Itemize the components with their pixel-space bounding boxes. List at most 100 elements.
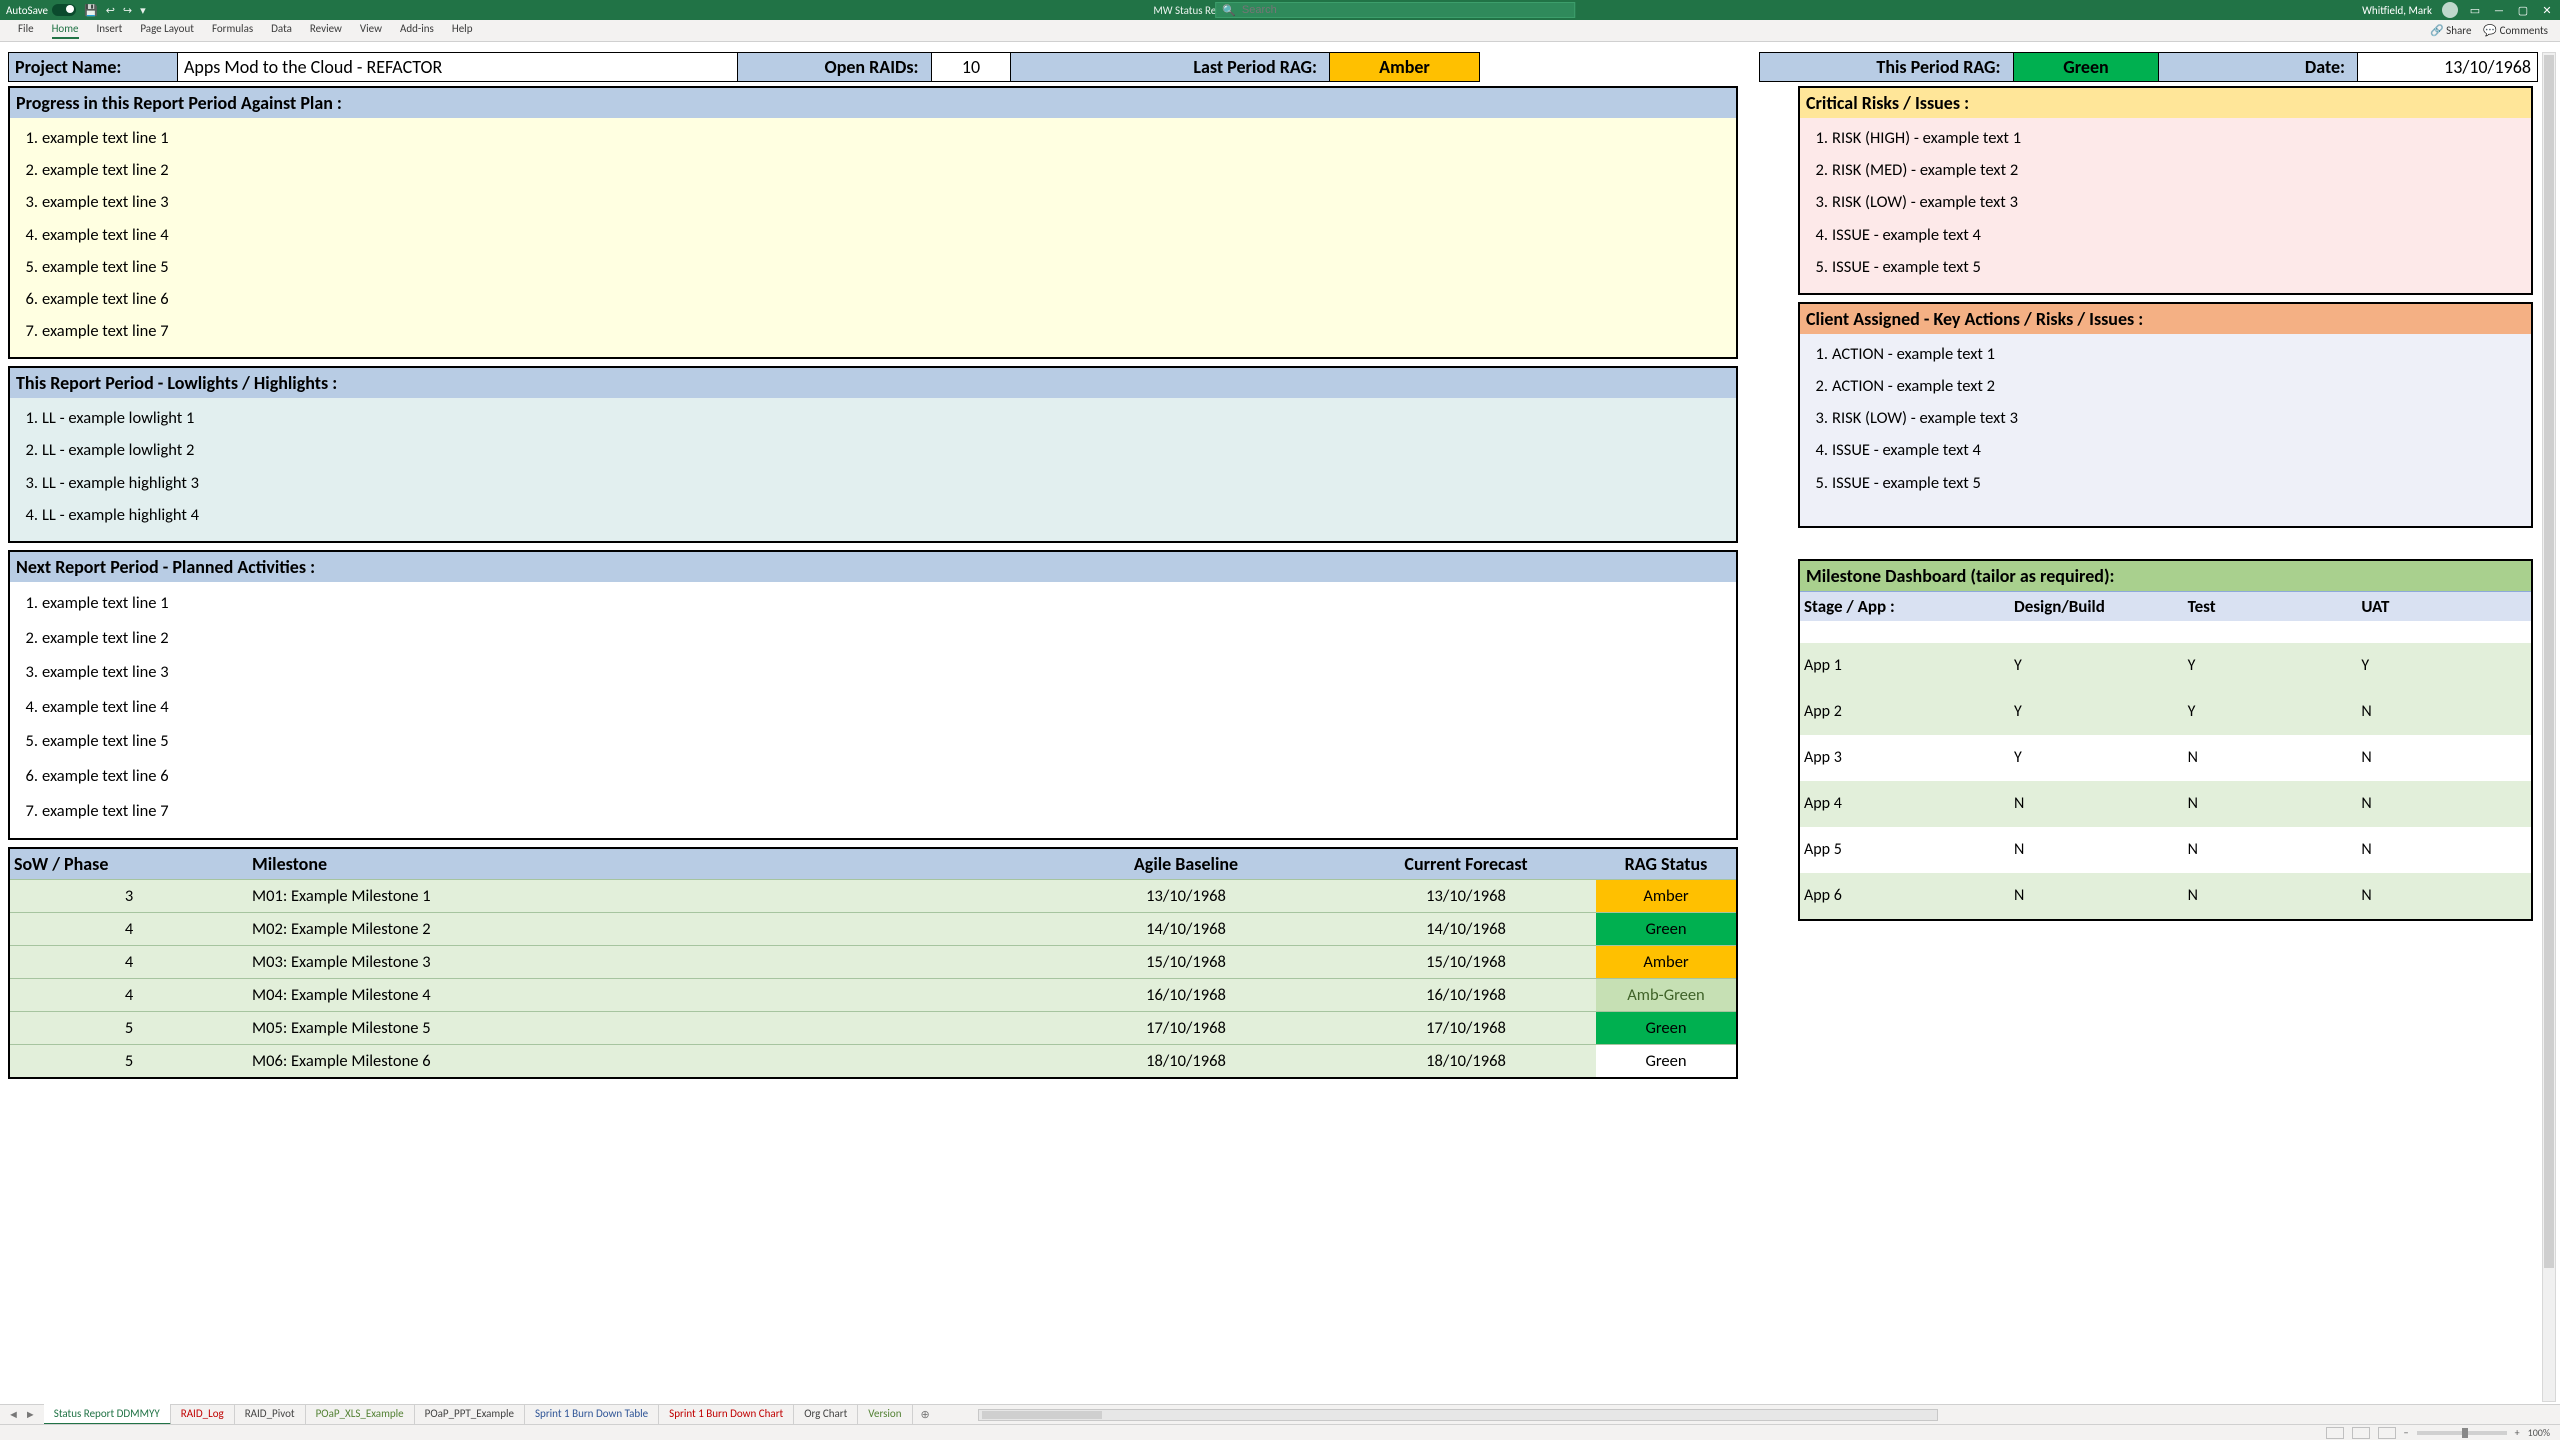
share-button[interactable]: 🔗 Share <box>2430 24 2471 37</box>
zoom-value[interactable]: 100% <box>2528 1426 2550 1439</box>
sheet-tab-poap-ppt-example[interactable]: POaP_PPT_Example <box>415 1404 525 1425</box>
autosave-toggle[interactable]: AutoSave <box>6 4 76 17</box>
comments-button[interactable]: 💬 Comments <box>2483 24 2548 37</box>
list-item[interactable]: 2. ACTION - example text 2 <box>1808 370 2523 402</box>
zoom-in-icon[interactable]: + <box>2515 1426 2520 1439</box>
ribbon-tab-add-ins[interactable]: Add-ins <box>400 22 434 39</box>
ribbon-tab-file[interactable]: File <box>18 22 34 39</box>
undo-icon[interactable]: ↩ <box>106 4 115 17</box>
list-item[interactable]: 5. example text line 5 <box>18 251 1728 283</box>
ribbon-tab-view[interactable]: View <box>360 22 382 39</box>
list-item[interactable]: 1. ACTION - example text 1 <box>1808 338 2523 370</box>
list-item[interactable]: 7. example text line 7 <box>18 794 1728 829</box>
list-item[interactable]: 6. example text line 6 <box>18 759 1728 794</box>
sheet-tab-sprint-1-burn-down-chart[interactable]: Sprint 1 Burn Down Chart <box>659 1404 794 1425</box>
table-row[interactable]: 4M04: Example Milestone 416/10/196816/10… <box>10 978 1736 1011</box>
sheet-tab-org-chart[interactable]: Org Chart <box>794 1404 858 1425</box>
planned-body[interactable]: 1. example text line 12. example text li… <box>10 582 1736 838</box>
progress-body[interactable]: 1. example text line 12. example text li… <box>10 118 1736 357</box>
milestone-table: SoW / Phase Milestone Agile Baseline Cur… <box>8 847 1738 1079</box>
search-input[interactable] <box>1242 4 1568 16</box>
autosave-switch[interactable] <box>52 4 76 16</box>
list-item[interactable]: 1. example text line 1 <box>18 586 1728 621</box>
mdash-row[interactable]: App 5NNN <box>1800 827 2531 873</box>
list-item[interactable]: 3. example text line 3 <box>18 655 1728 690</box>
sheet-tab-version[interactable]: Version <box>858 1404 912 1425</box>
list-item[interactable]: 3. RISK (LOW) - example text 3 <box>1808 402 2523 434</box>
list-item[interactable]: 2. RISK (MED) - example text 2 <box>1808 154 2523 186</box>
zoom-out-icon[interactable]: − <box>2404 1426 2409 1439</box>
ribbon-tab-help[interactable]: Help <box>452 22 473 39</box>
ribbon-tab-insert[interactable]: Insert <box>97 22 123 39</box>
list-item[interactable]: 3. RISK (LOW) - example text 3 <box>1808 186 2523 218</box>
ribbon-tab-home[interactable]: Home <box>52 22 79 39</box>
sheet-tab-status-report-ddmmyy[interactable]: Status Report DDMMYY <box>44 1404 171 1425</box>
table-row[interactable]: 5M05: Example Milestone 517/10/196817/10… <box>10 1011 1736 1044</box>
sheet-tab-poap-xls-example[interactable]: POaP_XLS_Example <box>306 1404 415 1425</box>
worksheet-area[interactable]: Project Name: Apps Mod to the Cloud - RE… <box>0 42 2560 1440</box>
risks-body[interactable]: 1. RISK (HIGH) - example text 12. RISK (… <box>1800 118 2531 293</box>
list-item[interactable]: 2. LL - example lowlight 2 <box>18 434 1728 466</box>
list-item[interactable]: 5. example text line 5 <box>18 724 1728 759</box>
tab-next-icon[interactable]: ► <box>25 1408 36 1421</box>
list-item[interactable]: 4. ISSUE - example text 4 <box>1808 434 2523 466</box>
save-icon[interactable]: 💾 <box>84 4 98 17</box>
list-item[interactable]: 3. LL - example highlight 3 <box>18 467 1728 499</box>
vertical-scrollbar[interactable] <box>2542 52 2556 1402</box>
maximize-icon[interactable]: ▢ <box>2516 4 2530 17</box>
project-name-value[interactable]: Apps Mod to the Cloud - REFACTOR <box>178 52 738 82</box>
lowhigh-body[interactable]: 1. LL - example lowlight 12. LL - exampl… <box>10 398 1736 541</box>
mdash-row[interactable]: App 4NNN <box>1800 781 2531 827</box>
list-item[interactable]: 2. example text line 2 <box>18 621 1728 656</box>
minimize-icon[interactable]: — <box>2492 4 2506 17</box>
tab-prev-icon[interactable]: ◄ <box>8 1408 19 1421</box>
redo-icon[interactable]: ↪ <box>123 4 132 17</box>
open-raids-value[interactable]: 10 <box>932 52 1012 82</box>
list-item[interactable]: 4. LL - example highlight 4 <box>18 499 1728 531</box>
mdash-row[interactable]: App 1YYY <box>1800 643 2531 689</box>
last-period-rag-value[interactable]: Amber <box>1330 52 1480 82</box>
list-item[interactable]: 6. example text line 6 <box>18 283 1728 315</box>
user-name[interactable]: Whitfield, Mark <box>2362 4 2432 17</box>
list-item[interactable]: 5. ISSUE - example text 5 <box>1808 467 2523 499</box>
this-period-rag-value[interactable]: Green <box>2014 52 2160 82</box>
client-body[interactable]: 1. ACTION - example text 12. ACTION - ex… <box>1800 334 2531 526</box>
sheet-tab-sprint-1-burn-down-table[interactable]: Sprint 1 Burn Down Table <box>525 1404 659 1425</box>
table-row[interactable]: 5M06: Example Milestone 618/10/196818/10… <box>10 1044 1736 1077</box>
list-item[interactable]: 4. ISSUE - example text 4 <box>1808 219 2523 251</box>
zoom-slider[interactable] <box>2417 1431 2507 1435</box>
list-item[interactable]: 1. LL - example lowlight 1 <box>18 402 1728 434</box>
view-page-layout-icon[interactable] <box>2352 1427 2370 1439</box>
ribbon-tab-data[interactable]: Data <box>271 22 292 39</box>
table-row[interactable]: 4M03: Example Milestone 315/10/196815/10… <box>10 945 1736 978</box>
list-item[interactable]: 1. example text line 1 <box>18 122 1728 154</box>
mdash-row[interactable]: App 6NNN <box>1800 873 2531 919</box>
mdash-row[interactable]: App 3YNN <box>1800 735 2531 781</box>
ribbon-tab-formulas[interactable]: Formulas <box>212 22 253 39</box>
title-bar: AutoSave 💾 ↩ ↪ ▾ MW Status Report Templa… <box>0 0 2560 20</box>
list-item[interactable]: 3. example text line 3 <box>18 186 1728 218</box>
list-item[interactable]: 4. example text line 4 <box>18 690 1728 725</box>
list-item[interactable]: 5. ISSUE - example text 5 <box>1808 251 2523 283</box>
date-value[interactable]: 13/10/1968 <box>2358 52 2538 82</box>
view-page-break-icon[interactable] <box>2378 1427 2396 1439</box>
search-box[interactable]: 🔍 <box>1215 2 1575 18</box>
ribbon-mode-icon[interactable]: ▭ <box>2468 4 2482 17</box>
list-item[interactable]: 1. RISK (HIGH) - example text 1 <box>1808 122 2523 154</box>
table-row[interactable]: 3M01: Example Milestone 113/10/196813/10… <box>10 879 1736 912</box>
horizontal-scrollbar[interactable] <box>978 1409 1938 1421</box>
ribbon-tab-review[interactable]: Review <box>310 22 342 39</box>
user-avatar-icon[interactable] <box>2442 2 2458 18</box>
sheet-tab-raid-pivot[interactable]: RAID_Pivot <box>235 1404 306 1425</box>
list-item[interactable]: 4. example text line 4 <box>18 219 1728 251</box>
sheet-tab-raid-log[interactable]: RAID_Log <box>171 1404 235 1425</box>
ribbon-tab-page-layout[interactable]: Page Layout <box>140 22 194 39</box>
list-item[interactable]: 7. example text line 7 <box>18 315 1728 347</box>
search-icon: 🔍 <box>1222 4 1236 17</box>
add-sheet-icon[interactable]: ⊕ <box>913 1408 938 1421</box>
view-normal-icon[interactable] <box>2326 1427 2344 1439</box>
list-item[interactable]: 2. example text line 2 <box>18 154 1728 186</box>
table-row[interactable]: 4M02: Example Milestone 214/10/196814/10… <box>10 912 1736 945</box>
mdash-row[interactable]: App 2YYN <box>1800 689 2531 735</box>
close-icon[interactable]: ✕ <box>2540 4 2554 17</box>
